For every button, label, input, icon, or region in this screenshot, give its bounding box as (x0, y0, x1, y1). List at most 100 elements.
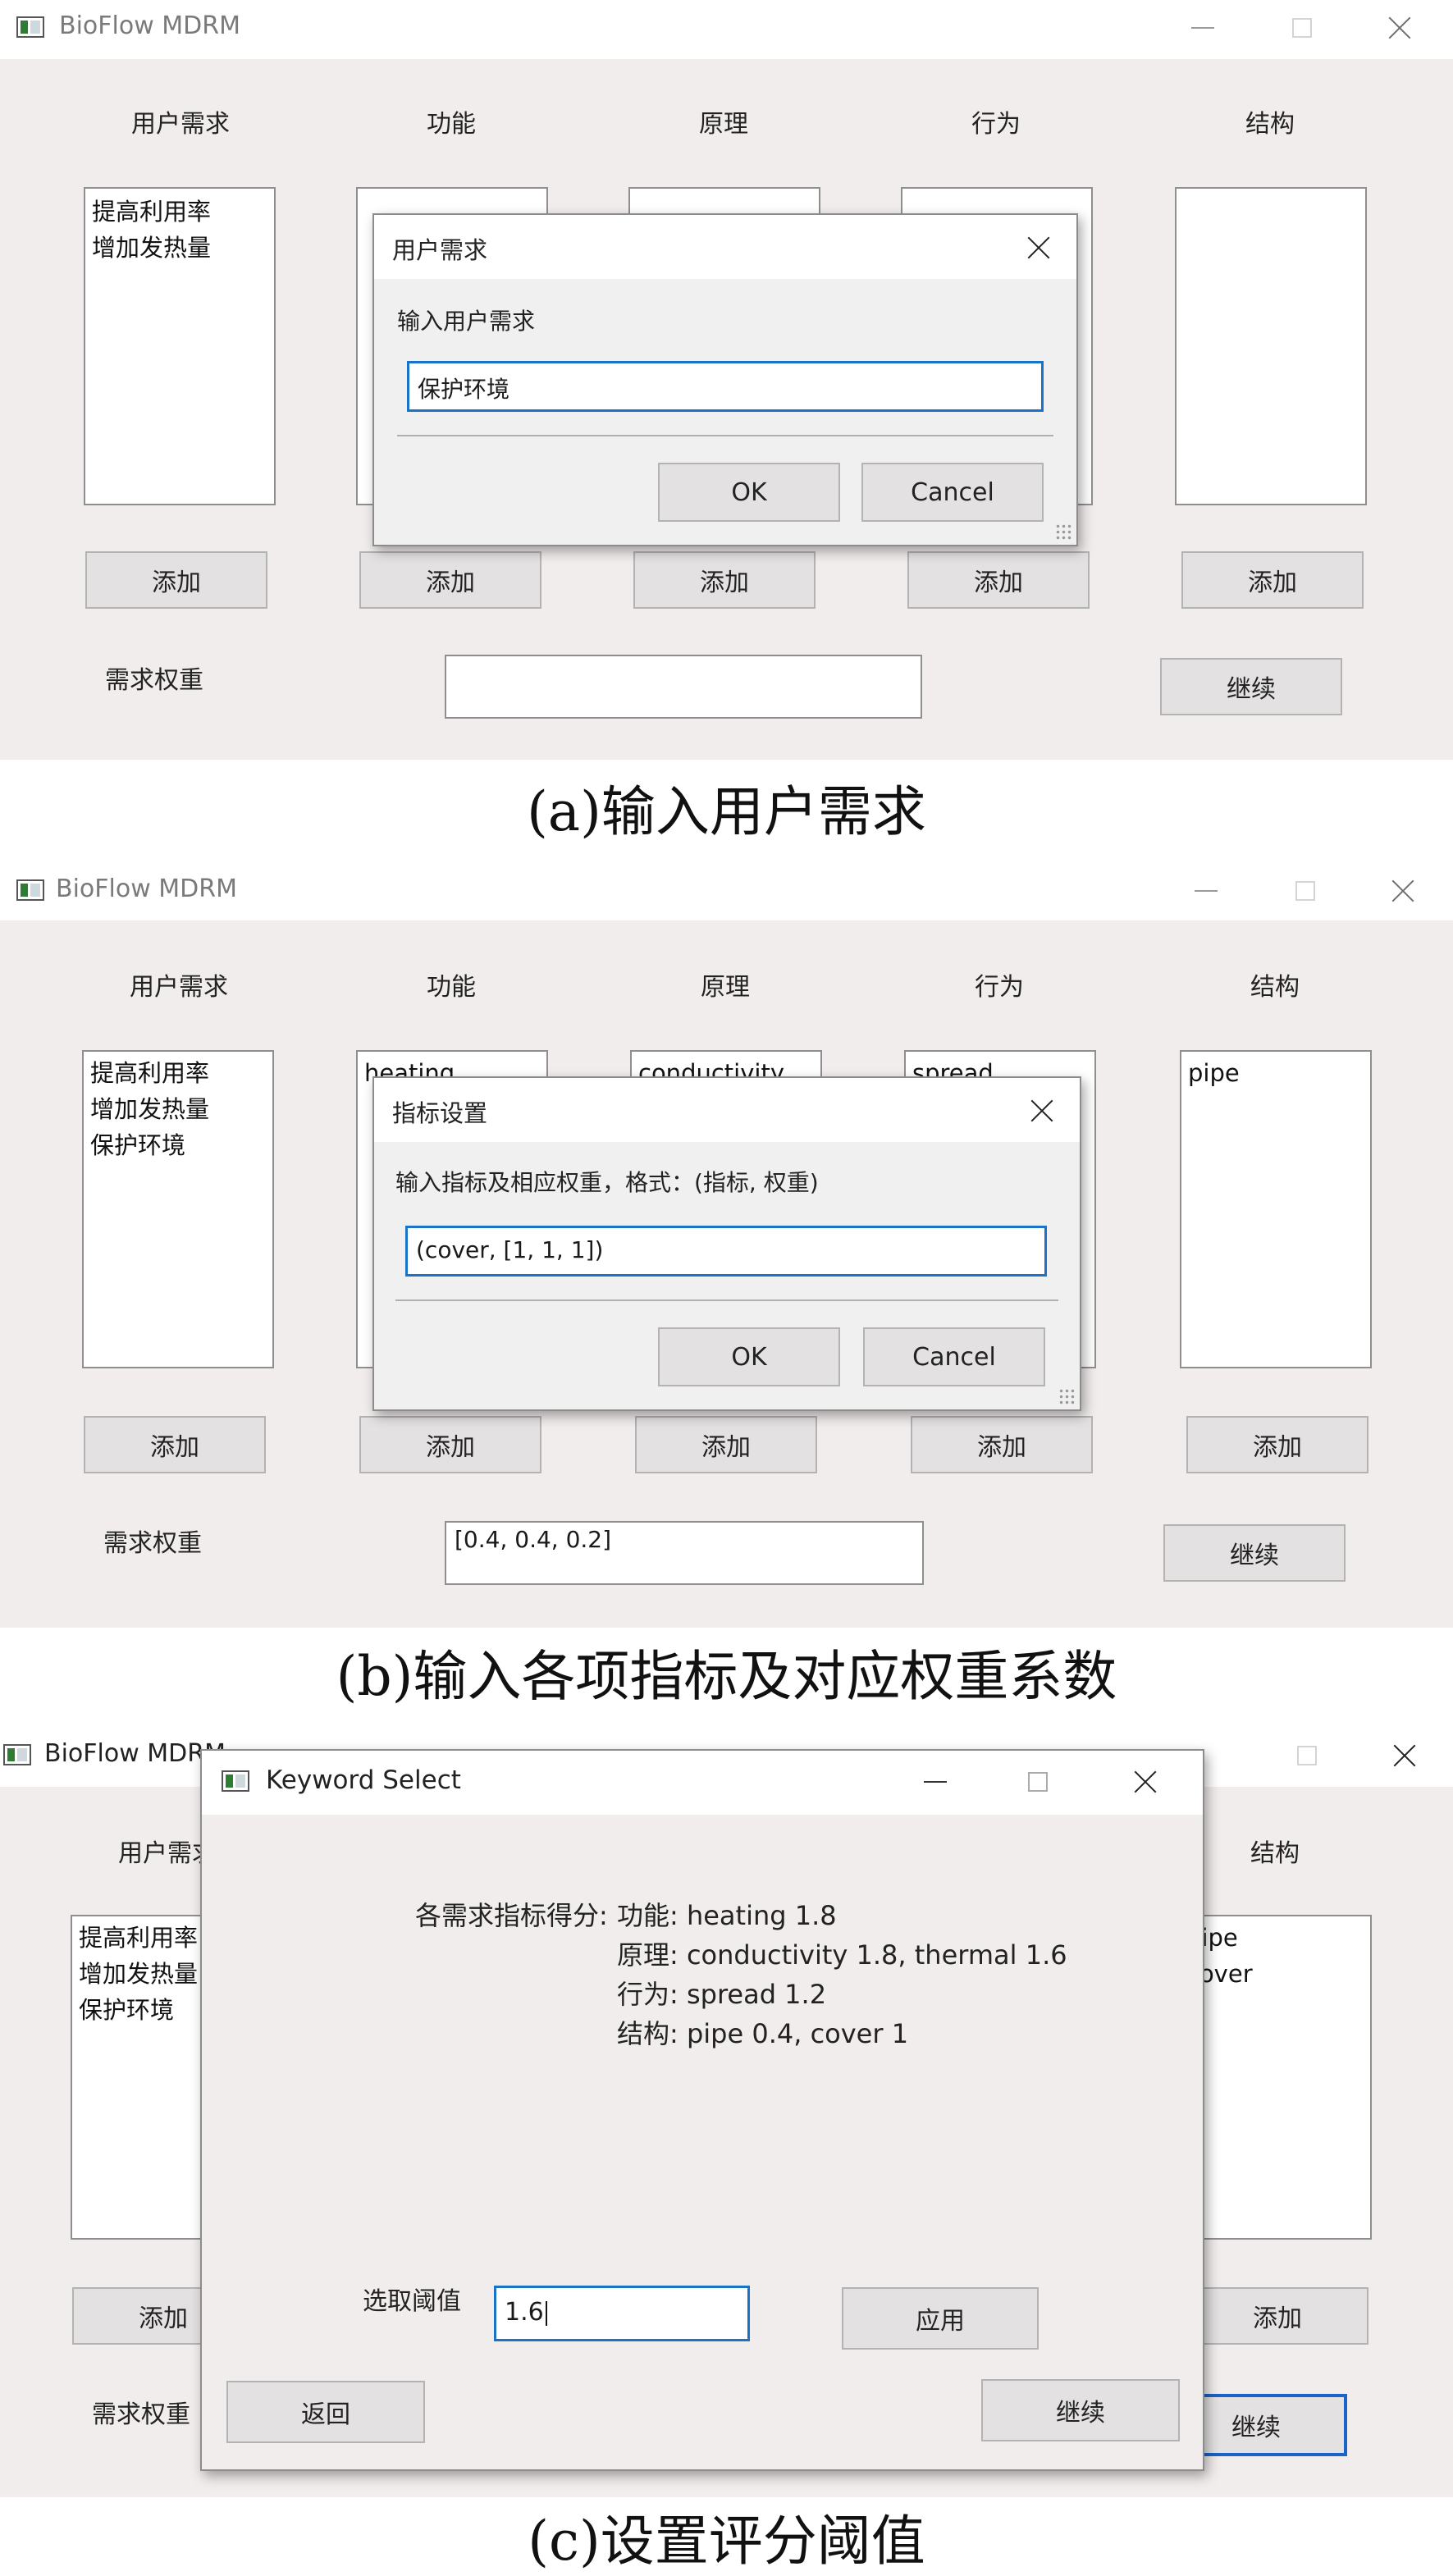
column-header-principle: 原理 (699, 110, 748, 139)
add-function-button[interactable]: 添加 (359, 551, 541, 609)
add-principle-button[interactable]: 添加 (635, 1416, 817, 1473)
app-icon (16, 16, 44, 38)
threshold-label: 选取阈值 (363, 2287, 461, 2316)
column-header-structure: 结构 (1245, 110, 1295, 139)
score-line: 结构: pipe 0.4, cover 1 (617, 2018, 909, 2049)
apply-button[interactable]: 应用 (842, 2287, 1039, 2350)
dialog-title: Keyword Select (266, 1765, 461, 1795)
cancel-button[interactable]: Cancel (863, 1327, 1045, 1386)
column-header-user-needs: 用户需求 (130, 973, 228, 1002)
resize-grip[interactable] (1055, 523, 1071, 540)
dialog-title-bar[interactable]: Keyword Select (202, 1751, 1203, 1815)
close-icon[interactable] (1387, 875, 1419, 907)
window-b: BioFlow MDRM 用户需求 功能 原理 行为 结构 提高利用率 增加发热… (0, 861, 1453, 1628)
app-icon (16, 879, 44, 901)
dialog-close-icon[interactable] (1026, 1094, 1058, 1127)
column-header-function: 功能 (427, 973, 476, 1002)
score-line: 功能: heating 1.8 (617, 1900, 837, 1931)
add-function-button[interactable]: 添加 (359, 1416, 541, 1473)
maximize-icon[interactable] (1285, 11, 1318, 44)
app-icon (3, 1744, 31, 1765)
structure-list[interactable]: pipe (1180, 1050, 1372, 1368)
minimize-icon[interactable] (1186, 11, 1219, 44)
weight-input[interactable] (445, 655, 922, 719)
list-item[interactable]: 提高利用率 (85, 194, 274, 230)
close-icon[interactable] (1383, 11, 1416, 44)
window-title: BioFlow MDRM (59, 11, 241, 40)
column-header-behavior: 行为 (975, 973, 1024, 1002)
weight-label: 需求权重 (105, 666, 203, 695)
user-needs-list[interactable]: 提高利用率 增加发热量 保护环境 (82, 1050, 274, 1368)
caption-a: (a)输入用户需求 (527, 780, 926, 843)
user-need-dialog: 用户需求 输入用户需求 保护环境 OK Cancel (372, 213, 1078, 546)
score-label: 各需求指标得分: (415, 1900, 608, 1931)
list-item[interactable]: 保护环境 (84, 1127, 272, 1163)
list-item[interactable]: 增加发热量 (84, 1091, 272, 1127)
minimize-icon[interactable] (1190, 875, 1222, 907)
user-need-input[interactable]: 保护环境 (407, 361, 1044, 412)
structure-list[interactable] (1175, 187, 1367, 505)
caption-b: (b)输入各项指标及对应权重系数 (336, 1645, 1117, 1708)
dialog-separator (395, 1299, 1058, 1301)
dialog-title: 用户需求 (392, 236, 488, 264)
structure-list[interactable]: pipe cover (1178, 1915, 1372, 2240)
list-item[interactable]: 增加发热量 (85, 230, 274, 266)
back-button[interactable]: 返回 (226, 2381, 425, 2443)
user-needs-list[interactable]: 提高利用率 增加发热量 (84, 187, 276, 505)
window-c: BioFlow MDRM 用户需求 结构 提高利用率 增加发热量 保护环境 pi… (0, 1728, 1453, 2497)
add-behavior-button[interactable]: 添加 (907, 551, 1090, 609)
dialog-prompt: 输入指标及相应权重，格式：(指标, 权重) (395, 1169, 819, 1196)
minimize-icon[interactable] (919, 1765, 952, 1798)
add-user-need-button[interactable]: 添加 (84, 1416, 266, 1473)
column-header-structure: 结构 (1250, 973, 1300, 1002)
weight-label: 需求权重 (92, 2400, 190, 2429)
dialog-prompt: 输入用户需求 (397, 308, 536, 335)
column-header-user-needs: 用户需求 (131, 110, 230, 139)
list-item[interactable]: pipe (1180, 1920, 1370, 1956)
weight-input[interactable]: [0.4, 0.4, 0.2] (445, 1521, 924, 1585)
dialog-title-bar[interactable]: 用户需求 (374, 215, 1076, 279)
list-item[interactable]: cover (1180, 1956, 1370, 1992)
weight-label: 需求权重 (103, 1529, 202, 1558)
column-header-principle: 原理 (701, 973, 750, 1002)
continue-button[interactable]: 继续 (1163, 1524, 1346, 1582)
indicator-input[interactable]: (cover, [1, 1, 1]) (405, 1226, 1047, 1277)
indicator-dialog: 指标设置 输入指标及相应权重，格式：(指标, 权重) (cover, [1, 1… (372, 1076, 1081, 1411)
window-title: BioFlow MDRM (44, 1739, 226, 1768)
window-title: BioFlow MDRM (56, 875, 238, 903)
dialog-close-icon[interactable] (1129, 1765, 1162, 1798)
add-user-need-button[interactable]: 添加 (85, 551, 267, 609)
dialog-close-icon[interactable] (1022, 231, 1055, 264)
add-behavior-button[interactable]: 添加 (911, 1416, 1093, 1473)
dialog-title-bar[interactable]: 指标设置 (374, 1078, 1080, 1142)
add-principle-button[interactable]: 添加 (633, 551, 816, 609)
title-bar[interactable]: BioFlow MDRM (0, 861, 1453, 920)
list-item[interactable]: 提高利用率 (84, 1055, 272, 1091)
maximize-icon[interactable] (1290, 1739, 1323, 1772)
cancel-button[interactable]: Cancel (861, 463, 1044, 522)
maximize-icon[interactable] (1021, 1765, 1053, 1798)
score-line: 行为: spread 1.2 (617, 1979, 827, 2010)
ok-button[interactable]: OK (658, 463, 840, 522)
dialog-title: 指标设置 (392, 1099, 488, 1127)
column-header-structure: 结构 (1250, 1839, 1300, 1868)
text-caret (545, 2300, 547, 2326)
score-line: 原理: conductivity 1.8, thermal 1.6 (617, 1939, 1067, 1971)
dialog-separator (397, 435, 1053, 436)
maximize-icon[interactable] (1288, 875, 1321, 907)
add-structure-button[interactable]: 添加 (1181, 551, 1364, 609)
dialog-app-icon (222, 1770, 249, 1792)
list-item[interactable]: pipe (1181, 1055, 1370, 1091)
window-a: BioFlow MDRM 用户需求 功能 原理 行为 结构 提高利用率 增加发热… (0, 0, 1453, 760)
ok-button[interactable]: OK (658, 1327, 840, 1386)
keyword-select-dialog: Keyword Select 各需求指标得分: 功能: heating 1.8 … (200, 1749, 1204, 2471)
add-structure-button[interactable]: 添加 (1186, 2287, 1368, 2345)
continue-button[interactable]: 继续 (1160, 658, 1342, 715)
add-structure-button[interactable]: 添加 (1186, 1416, 1368, 1473)
threshold-input[interactable]: 1.6 (494, 2286, 750, 2341)
title-bar[interactable]: BioFlow MDRM (0, 0, 1453, 59)
resize-grip[interactable] (1058, 1388, 1075, 1404)
close-icon[interactable] (1388, 1739, 1421, 1772)
dialog-continue-button[interactable]: 继续 (981, 2379, 1180, 2441)
column-header-function: 功能 (427, 110, 476, 139)
